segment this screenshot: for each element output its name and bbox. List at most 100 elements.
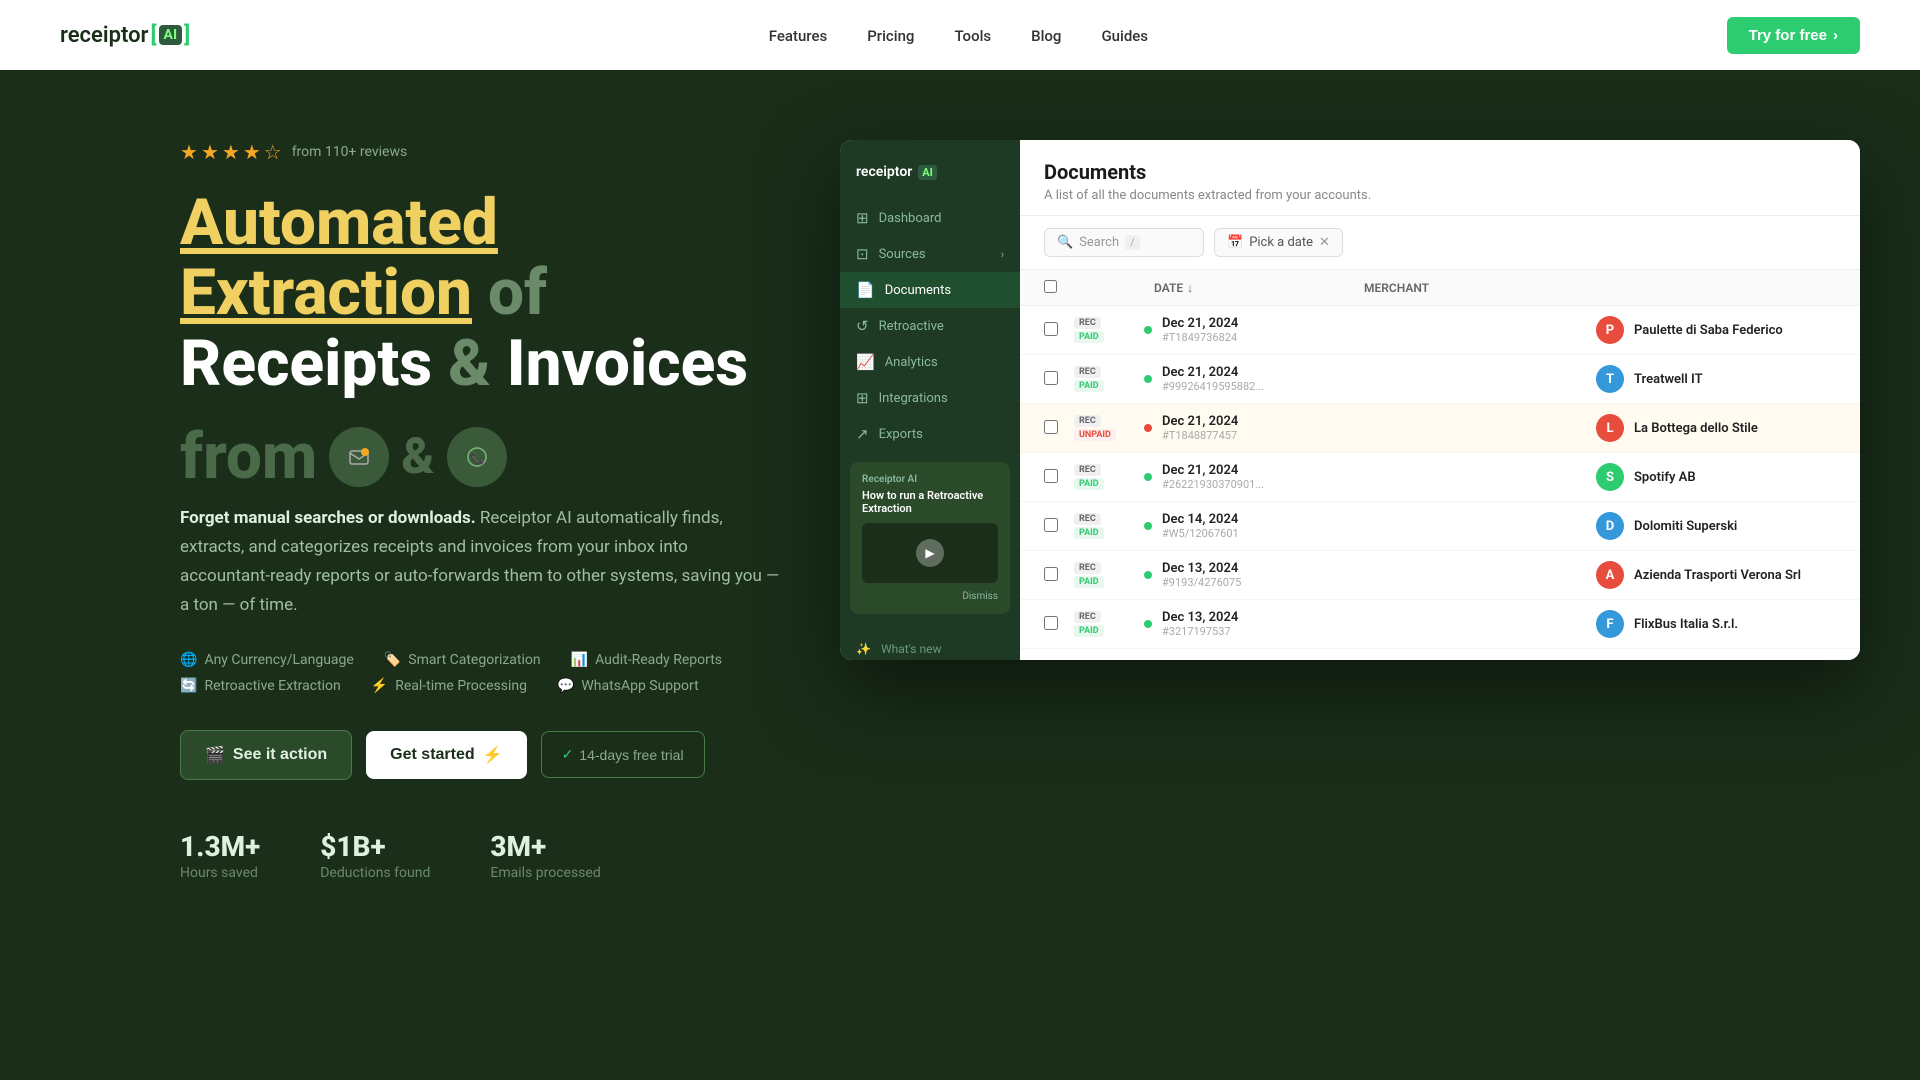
merchant-info: S Spotify AB (1596, 463, 1836, 491)
sidebar-documents-label: Documents (885, 283, 951, 298)
sidebar-item-analytics[interactable]: 📈 Analytics (840, 344, 1020, 380)
date-info: Dec 13, 2024 #3217197537 (1162, 610, 1586, 638)
table-row[interactable]: REC PAID Dec 13, 2024 #3217197537 F Flix… (1020, 600, 1860, 649)
row-id: #26221930370901... (1162, 478, 1586, 491)
app-screenshot: receiptor AI ⊞ Dashboard ⊡ Sources › 📄 D… (840, 130, 1740, 881)
date-clear-icon[interactable]: ✕ (1319, 235, 1330, 250)
merchant-name: FlixBus Italia S.r.l. (1634, 617, 1738, 632)
feature-whatsapp-label: WhatsApp Support (581, 678, 698, 694)
table-row[interactable]: REC PAID Dec 21, 2024 #T1849736824 P Pau… (1020, 306, 1860, 355)
whatsapp-icon: 📞 (447, 427, 507, 487)
row-check-input[interactable] (1044, 567, 1058, 581)
status-badge: REC PAID (1074, 317, 1134, 343)
rec-badge: REC (1074, 366, 1101, 378)
nav-link-features[interactable]: Features (769, 27, 827, 45)
search-box[interactable]: 🔍 Search / (1044, 228, 1204, 257)
stat-deductions-num: $1B+ (320, 830, 430, 863)
svg-text:📞: 📞 (469, 450, 484, 465)
video-card-title: How to run a Retroactive Extraction (862, 489, 998, 515)
play-button[interactable]: ▶ (916, 539, 944, 567)
nav-link-tools[interactable]: Tools (954, 27, 991, 45)
row-id: #W5/12067601 (1162, 527, 1586, 540)
nav-link-guides[interactable]: Guides (1101, 27, 1148, 45)
merchant-info: P Paulette di Saba Federico (1596, 316, 1836, 344)
try-for-free-button[interactable]: Try for free › (1727, 17, 1860, 54)
row-checkbox[interactable] (1044, 321, 1064, 340)
row-check-input[interactable] (1044, 616, 1058, 630)
feature-reports: 📊 Audit-Ready Reports (571, 652, 722, 668)
nav-logo: receiptor [ AI ] (60, 23, 190, 48)
exports-icon: ↗ (856, 425, 869, 443)
row-checkbox[interactable] (1044, 370, 1064, 389)
table-row[interactable]: REC PAID Dec 21, 2024 #26221930370901...… (1020, 453, 1860, 502)
date-info: Dec 21, 2024 #99926419595882... (1162, 365, 1586, 393)
table-row[interactable]: REC PAID Dec 13, 2024 #9193/4276075 A Az… (1020, 551, 1860, 600)
row-check-input[interactable] (1044, 322, 1058, 336)
table-row[interactable]: REC PAID Dec 21, 2024 #99926419595882...… (1020, 355, 1860, 404)
sidebar-item-exports[interactable]: ↗ Exports (840, 416, 1020, 452)
status-dot (1144, 473, 1152, 481)
merchant-name: Treatwell IT (1634, 372, 1703, 387)
status-dot (1144, 326, 1152, 334)
sidebar-item-retroactive[interactable]: ↺ Retroactive (840, 308, 1020, 344)
see-action-button[interactable]: 🎬 See it action (180, 730, 352, 780)
desc-bold: Forget manual searches or downloads. (180, 508, 476, 528)
sidebar-item-dashboard[interactable]: ⊞ Dashboard (840, 200, 1020, 236)
row-check-input[interactable] (1044, 469, 1058, 483)
row-checkbox[interactable] (1044, 419, 1064, 438)
stat-hours-label: Hours saved (180, 865, 260, 881)
dismiss-button[interactable]: Dismiss (862, 591, 998, 602)
sidebar-item-documents[interactable]: 📄 Documents (840, 272, 1020, 308)
select-all-input[interactable] (1044, 280, 1057, 293)
app-sidebar: receiptor AI ⊞ Dashboard ⊡ Sources › 📄 D… (840, 140, 1020, 660)
date-info: Dec 13, 2024 #9193/4276075 (1162, 561, 1586, 589)
star-5-half: ☆ (264, 140, 282, 164)
row-check-input[interactable] (1044, 371, 1058, 385)
paid-badge: PAID (1074, 478, 1104, 490)
from-text: from (180, 419, 317, 494)
stat-deductions-label: Deductions found (320, 865, 430, 881)
merchant-info: F FlixBus Italia S.r.l. (1596, 610, 1836, 638)
get-started-label: Get started (390, 746, 474, 764)
select-all-checkbox[interactable] (1044, 278, 1064, 297)
hero-description: Forget manual searches or downloads. Rec… (180, 504, 780, 620)
row-check-input[interactable] (1044, 420, 1058, 434)
rec-badge: REC (1074, 513, 1101, 525)
get-started-button[interactable]: Get started ⚡ (366, 731, 526, 779)
sidebar-item-sources[interactable]: ⊡ Sources › (840, 236, 1020, 272)
analytics-icon: 📈 (856, 353, 875, 371)
merchant-avatar: D (1596, 512, 1624, 540)
date-column-header[interactable]: DATE ↓ (1154, 281, 1354, 295)
nav-link-pricing[interactable]: Pricing (867, 27, 914, 45)
retroactive-icon: 🔄 (180, 678, 197, 694)
row-check-input[interactable] (1044, 518, 1058, 532)
sources-icon: ⊡ (856, 245, 869, 263)
star-3: ★ (222, 140, 240, 164)
title-line2: Receipts & Invoices (180, 329, 780, 399)
sidebar-item-integrations[interactable]: ⊞ Integrations (840, 380, 1020, 416)
docs-title: Documents (1044, 160, 1836, 184)
sidebar-integrations-label: Integrations (879, 391, 948, 406)
app-main: Documents A list of all the documents ex… (1020, 140, 1860, 660)
feature-currency: 🌐 Any Currency/Language (180, 652, 354, 668)
row-date: Dec 14, 2024 (1162, 512, 1586, 527)
date-picker[interactable]: 📅 Pick a date ✕ (1214, 228, 1343, 257)
nav-link-blog[interactable]: Blog (1031, 27, 1061, 45)
rec-badge: REC (1074, 611, 1101, 623)
feature-retroactive: 🔄 Retroactive Extraction (180, 678, 341, 694)
table-row[interactable]: REC PAID Dec 14, 2024 #W5/12067601 D Dol… (1020, 502, 1860, 551)
status-badge: REC PAID (1074, 366, 1134, 392)
reviews-row: ★ ★ ★ ★ ☆ from 110+ reviews (180, 140, 780, 164)
sidebar-analytics-label: Analytics (885, 355, 938, 370)
row-checkbox[interactable] (1044, 566, 1064, 585)
table-row[interactable]: REC UNPAID Dec 21, 2024 #T1848877457 L L… (1020, 404, 1860, 453)
row-checkbox[interactable] (1044, 615, 1064, 634)
search-slash: / (1125, 235, 1140, 250)
logo-bracket-open: [ (150, 23, 156, 48)
row-checkbox[interactable] (1044, 517, 1064, 536)
whats-new-item[interactable]: ✨ What's new (840, 634, 1020, 660)
feature-categorization: 🏷️ Smart Categorization (384, 652, 541, 668)
rec-badge: REC (1074, 317, 1101, 329)
row-checkbox[interactable] (1044, 468, 1064, 487)
free-trial-button[interactable]: ✓ 14-days free trial (541, 731, 705, 778)
